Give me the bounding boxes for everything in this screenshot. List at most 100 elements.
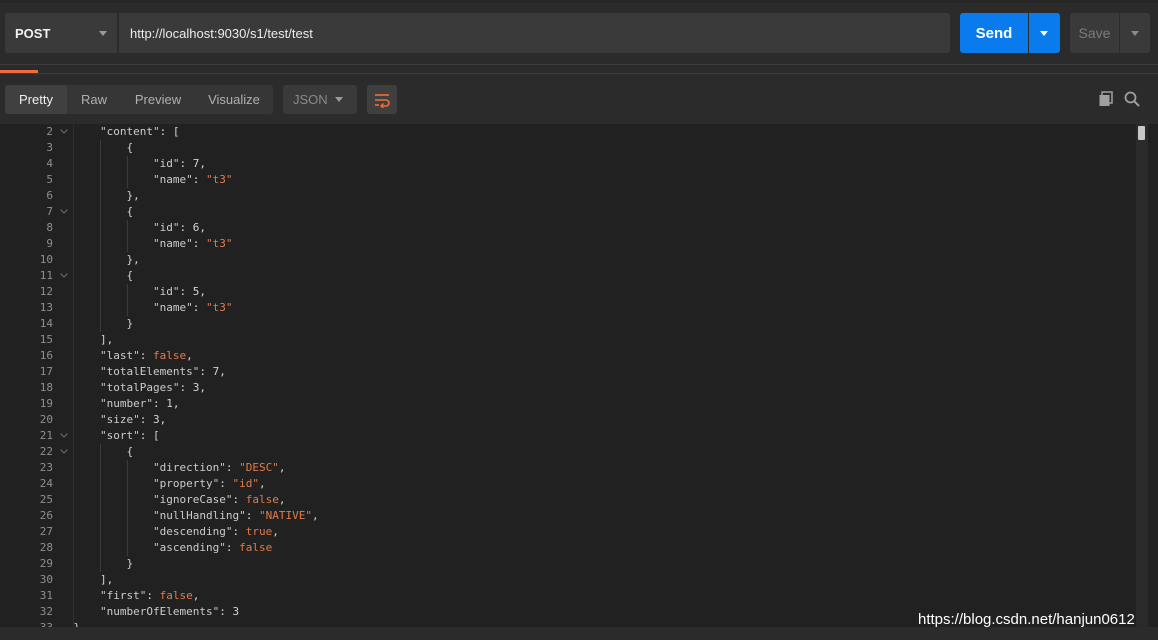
line-number: 10	[39, 253, 53, 266]
json-string: "t3"	[206, 301, 233, 314]
line-number: 17	[39, 365, 53, 378]
code-text: "totalElements": 7,	[100, 364, 226, 380]
save-options-button[interactable]	[1120, 13, 1150, 53]
indent-guide	[100, 524, 101, 540]
code-text: "id": 6,	[153, 220, 206, 236]
watermark: https://blog.csdn.net/hanjun0612	[918, 611, 1135, 628]
line-number: 28	[39, 541, 53, 554]
wrap-lines-icon	[375, 93, 390, 108]
indent-guide	[126, 156, 128, 172]
divider	[0, 73, 1158, 74]
json-key: "sort"	[100, 429, 140, 442]
indent-guide	[100, 172, 101, 188]
line-number: 19	[39, 397, 53, 410]
indent-guide	[100, 284, 101, 300]
json-punctuation: :	[232, 525, 246, 538]
copy-icon[interactable]	[1096, 89, 1116, 109]
indent-guide	[126, 460, 128, 476]
fold-toggle-icon[interactable]	[60, 433, 68, 438]
line-number: 18	[39, 381, 53, 394]
code-text: "name": "t3"	[153, 236, 233, 252]
indent-guide	[126, 284, 128, 300]
json-key: "id"	[153, 285, 180, 298]
url-input[interactable]: http://localhost:9030/s1/test/test	[119, 13, 950, 53]
scrollbar-thumb[interactable]	[1138, 126, 1145, 140]
indent-guide	[126, 172, 128, 188]
json-punctuation: ,	[311, 509, 319, 522]
code-text: {	[127, 140, 134, 156]
json-boolean: false	[245, 493, 279, 506]
indent-guide	[100, 156, 101, 172]
json-punctuation: :	[245, 509, 259, 522]
json-punctuation: :	[232, 493, 246, 506]
chevron-down-icon	[99, 31, 107, 36]
fold-toggle-icon[interactable]	[60, 209, 68, 214]
indent-guide	[126, 540, 128, 556]
chevron-down-icon	[1040, 31, 1048, 36]
code-text: }	[127, 316, 134, 332]
fold-toggle-icon[interactable]	[60, 129, 68, 134]
json-key: "ascending"	[153, 541, 226, 554]
tab-preview[interactable]: Preview	[121, 85, 195, 114]
response-body-editor[interactable]: 2 "content": [3{4 "id": 7, 5 "name": "t3" 6},…	[0, 124, 1158, 627]
tab-visualize[interactable]: Visualize	[195, 85, 273, 114]
fold-toggle-icon[interactable]	[60, 449, 68, 454]
save-button[interactable]: Save	[1070, 13, 1119, 53]
json-key: "descending"	[153, 525, 233, 538]
json-key: "number"	[100, 397, 153, 410]
send-options-button[interactable]	[1029, 13, 1060, 53]
json-boolean: false	[239, 541, 273, 554]
json-key: "totalElements"	[100, 365, 200, 378]
method-select[interactable]: POST	[5, 13, 117, 53]
json-key: "id"	[153, 157, 180, 170]
indent-guide	[100, 476, 101, 492]
line-number: 20	[39, 413, 53, 426]
code-text: "id": 5,	[153, 284, 206, 300]
line-number: 21	[39, 429, 53, 442]
json-punctuation: :	[219, 477, 233, 490]
json-boolean: false	[159, 589, 193, 602]
json-punctuation: :	[139, 349, 153, 362]
code-text: "ascending": false	[153, 540, 272, 556]
search-icon[interactable]	[1122, 89, 1142, 109]
scrollbar-track[interactable]	[1136, 124, 1148, 627]
line-number: 29	[39, 557, 53, 570]
json-key: "name"	[153, 173, 193, 186]
json-punctuation: ],	[100, 573, 114, 586]
code-text: ],	[100, 332, 113, 348]
json-punctuation: : 1,	[152, 397, 180, 410]
format-select[interactable]: JSON	[283, 85, 357, 114]
indent-guide	[100, 268, 101, 284]
bottom-bar	[0, 627, 1158, 640]
json-key: "name"	[153, 301, 193, 314]
send-button[interactable]: Send	[960, 13, 1028, 53]
code-text: "id": 7,	[153, 156, 206, 172]
tab-pretty[interactable]: Pretty	[5, 85, 67, 114]
line-number: 30	[39, 573, 53, 586]
code-text: "size": 3,	[100, 412, 166, 428]
json-punctuation: },	[126, 253, 140, 266]
indent-guide	[126, 492, 128, 508]
json-punctuation: ,	[192, 589, 200, 602]
json-key: "totalPages"	[100, 381, 180, 394]
line-number: 31	[39, 589, 53, 602]
wrap-lines-button[interactable]	[367, 85, 397, 114]
json-key: "direction"	[153, 461, 226, 474]
code-text: "nullHandling": "NATIVE",	[153, 508, 319, 524]
tab-raw[interactable]: Raw	[67, 85, 121, 114]
line-number: 3	[46, 141, 53, 154]
chevron-down-icon	[1131, 31, 1139, 36]
json-boolean: false	[153, 349, 187, 362]
code-text: "sort": [	[100, 428, 160, 444]
json-punctuation: :	[225, 461, 240, 474]
json-string: "DESC"	[239, 461, 279, 474]
fold-toggle-icon[interactable]	[60, 273, 68, 278]
indent-guide	[126, 524, 128, 540]
divider	[0, 64, 1158, 65]
line-number: 13	[39, 301, 53, 314]
indent-guide	[126, 236, 128, 252]
code-text: ],	[100, 572, 113, 588]
code-text: "last": false,	[100, 348, 193, 364]
line-number: 5	[46, 173, 53, 186]
line-number: 14	[39, 317, 53, 330]
